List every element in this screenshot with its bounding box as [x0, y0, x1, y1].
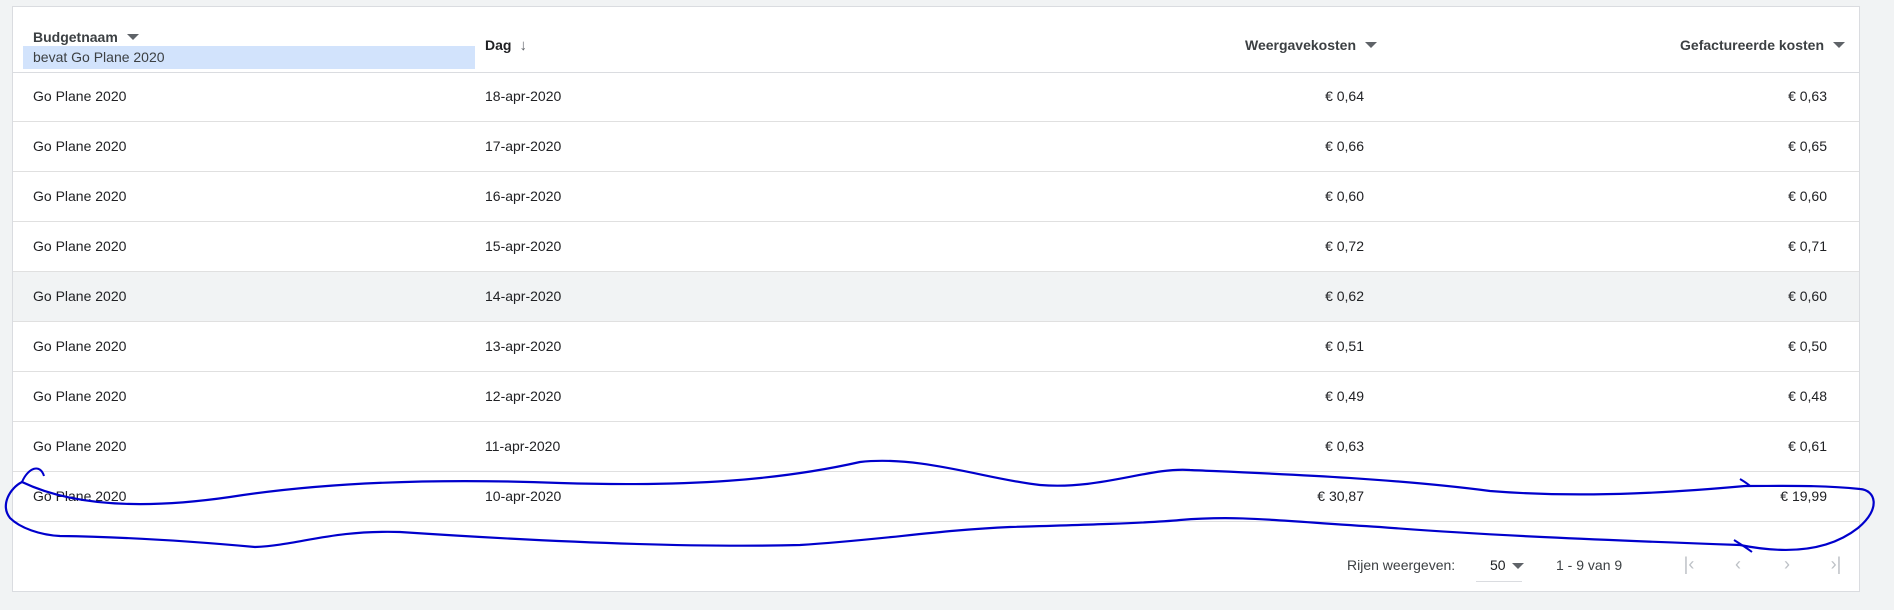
table-row[interactable]: Go Plane 2020 14-apr-2020 € 0,62 € 0,60	[13, 272, 1859, 322]
day-cell: 12-apr-2020	[485, 388, 562, 404]
day-cell: 13-apr-2020	[485, 338, 562, 354]
billed-costs-cell: € 0,60	[1788, 188, 1827, 204]
column-label-view-costs: Weergavekosten	[1244, 37, 1356, 53]
table-row[interactable]: Go Plane 2020 15-apr-2020 € 0,72 € 0,71	[13, 222, 1859, 272]
budget-name-cell: Go Plane 2020	[33, 338, 127, 354]
table-row[interactable]: Go Plane 2020 12-apr-2020 € 0,49 € 0,48	[13, 372, 1859, 422]
column-header-billed-costs[interactable]: Gefactureerde kosten	[1680, 37, 1845, 53]
billed-costs-cell: € 0,61	[1788, 438, 1827, 454]
billed-costs-cell: € 0,71	[1788, 238, 1827, 254]
rows-per-page-label: Rijen weergeven:	[1347, 557, 1456, 573]
rows-per-page-value: 50	[1490, 557, 1506, 573]
column-header-budget[interactable]: Budgetnaam	[33, 29, 139, 45]
day-cell: 18-apr-2020	[485, 88, 562, 104]
table-row[interactable]: Go Plane 2020 18-apr-2020 € 0,64 € 0,63	[13, 72, 1859, 122]
dropdown-caret-icon[interactable]	[1833, 42, 1845, 48]
view-costs-cell: € 0,64	[1325, 88, 1364, 104]
view-costs-cell: € 0,63	[1325, 438, 1364, 454]
budget-name-cell: Go Plane 2020	[33, 188, 127, 204]
pagination-bar: Rijen weergeven: 50 1 - 9 van 9 |‹ ‹ › ›…	[13, 539, 1859, 589]
budget-name-cell: Go Plane 2020	[33, 138, 127, 154]
column-header-day[interactable]: Dag ↓	[485, 37, 527, 54]
billed-costs-cell: € 0,63	[1788, 88, 1827, 104]
billed-costs-cell: € 19,99	[1780, 488, 1827, 504]
dropdown-caret-icon[interactable]	[1512, 563, 1524, 569]
budget-name-cell: Go Plane 2020	[33, 488, 127, 504]
view-costs-cell: € 0,51	[1325, 338, 1364, 354]
budget-filter-chip[interactable]: bevat Go Plane 2020	[23, 46, 475, 69]
view-costs-cell: € 0,66	[1325, 138, 1364, 154]
view-costs-cell: € 0,60	[1325, 188, 1364, 204]
billed-costs-cell: € 0,65	[1788, 138, 1827, 154]
view-costs-cell: € 0,62	[1325, 288, 1364, 304]
table-row[interactable]: Go Plane 2020 13-apr-2020 € 0,51 € 0,50	[13, 322, 1859, 372]
column-label-budget: Budgetnaam	[33, 29, 118, 45]
day-cell: 17-apr-2020	[485, 138, 562, 154]
view-costs-cell: € 0,49	[1325, 388, 1364, 404]
day-cell: 11-apr-2020	[485, 438, 561, 454]
table-row[interactable]: Go Plane 2020 16-apr-2020 € 0,60 € 0,60	[13, 172, 1859, 222]
dropdown-caret-icon[interactable]	[126, 34, 139, 40]
table-row[interactable]: Go Plane 2020 17-apr-2020 € 0,66 € 0,65	[13, 122, 1859, 172]
day-cell: 15-apr-2020	[485, 238, 562, 254]
rows-per-page-select[interactable]: 50	[1476, 553, 1524, 582]
column-label-billed-costs: Gefactureerde kosten	[1680, 37, 1824, 53]
sort-descending-icon[interactable]: ↓	[519, 37, 527, 54]
next-page-icon[interactable]: ›	[1774, 552, 1800, 576]
column-label-day: Dag	[485, 37, 512, 53]
dropdown-caret-icon[interactable]	[1365, 42, 1377, 48]
table-row[interactable]: Go Plane 2020 10-apr-2020 € 30,87 € 19,9…	[13, 472, 1859, 522]
last-page-icon[interactable]: ›|	[1823, 552, 1849, 576]
first-page-icon[interactable]: |‹	[1676, 552, 1702, 576]
page-range-text: 1 - 9 van 9	[1556, 557, 1623, 573]
billed-costs-cell: € 0,50	[1788, 338, 1827, 354]
table-header: Budgetnaam bevat Go Plane 2020 Dag ↓ Weer…	[13, 7, 1859, 73]
day-cell: 10-apr-2020	[485, 488, 562, 504]
budget-name-cell: Go Plane 2020	[33, 388, 127, 404]
billed-costs-cell: € 0,60	[1788, 288, 1827, 304]
previous-page-icon[interactable]: ‹	[1725, 552, 1751, 576]
day-cell: 14-apr-2020	[485, 288, 562, 304]
column-header-view-costs[interactable]: Weergavekosten	[1245, 37, 1377, 53]
view-costs-cell: € 0,72	[1325, 238, 1364, 254]
view-costs-cell: € 30,87	[1317, 488, 1364, 504]
vertical-scrollbar[interactable]	[1862, 6, 1880, 592]
budget-name-cell: Go Plane 2020	[33, 438, 127, 454]
budget-name-cell: Go Plane 2020	[33, 88, 127, 104]
billed-costs-cell: € 0,48	[1788, 388, 1827, 404]
budget-name-cell: Go Plane 2020	[33, 238, 127, 254]
budget-name-cell: Go Plane 2020	[33, 288, 127, 304]
budget-report-card: Budgetnaam bevat Go Plane 2020 Dag ↓ Weer…	[12, 6, 1860, 592]
day-cell: 16-apr-2020	[485, 188, 562, 204]
table-row[interactable]: Go Plane 2020 11-apr-2020 € 0,63 € 0,61	[13, 422, 1859, 472]
